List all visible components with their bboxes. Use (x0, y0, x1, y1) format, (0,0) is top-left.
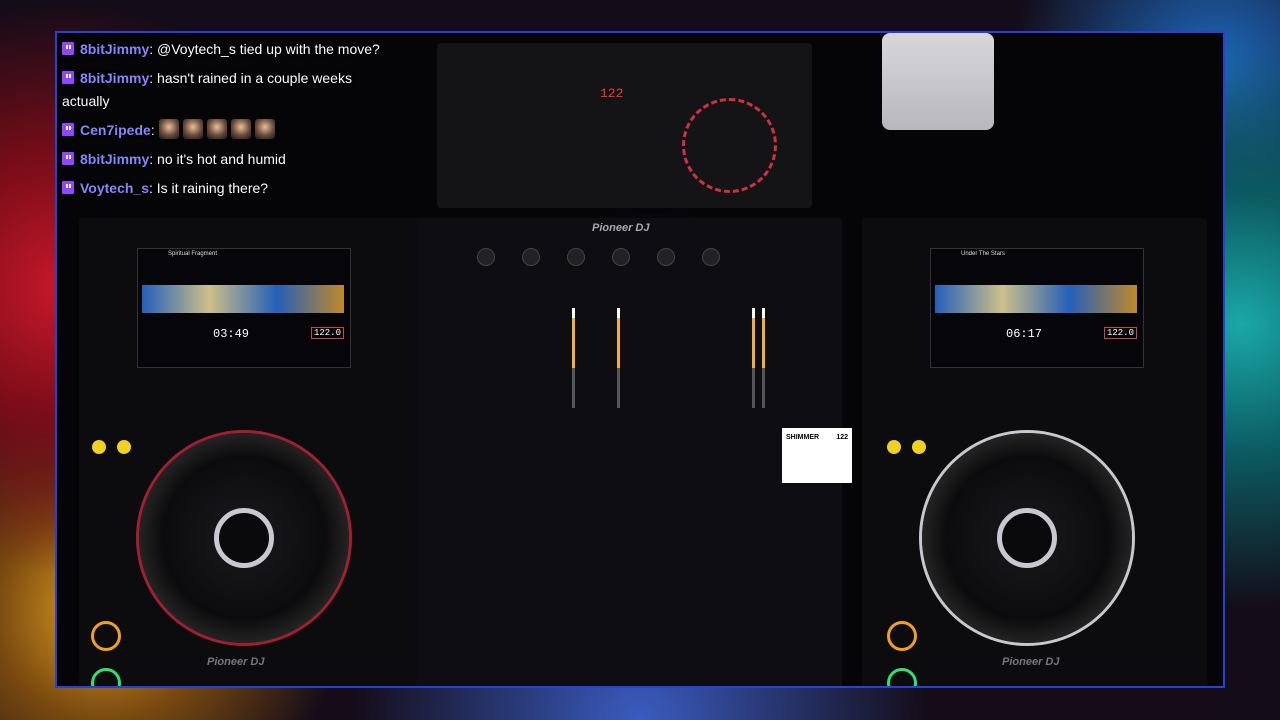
chat-message: Cen7ipede: (62, 119, 392, 142)
deck-right-cue-button (887, 621, 917, 651)
deck-left-time: 03:49 (213, 327, 250, 341)
chat-text: Is it raining there? (156, 180, 269, 196)
emote-icon (158, 119, 179, 139)
eq-knob (657, 248, 675, 266)
chat-username: 8bitJimmy (80, 41, 150, 57)
deck-right-jog-hub (997, 508, 1057, 568)
deck-left-jog-wheel (139, 433, 349, 643)
master-meter (752, 308, 755, 408)
twitch-icon (62, 152, 74, 165)
eq-knob (702, 248, 720, 266)
chat-message: Voytech_s: Is it raining there? (62, 177, 392, 200)
twitch-icon (62, 123, 74, 136)
chat-text: @Voytech_s tied up with the move? (157, 41, 380, 57)
twitch-icon (62, 181, 74, 194)
deck-left-waveform (142, 285, 344, 313)
deck-right-bpm: 122.0 (1103, 327, 1137, 339)
deck-left-track-title: Spiritual Fragment (168, 251, 218, 257)
deck-right-hot-cue-button (887, 440, 901, 454)
chat-separator: : (150, 122, 155, 138)
emote-icon (206, 119, 227, 139)
deck-right-jog-wheel (922, 433, 1132, 643)
chat-overlay: 8bitJimmy: @Voytech_s tied up with the m… (62, 38, 392, 206)
chat-separator: : (149, 41, 154, 57)
deck-left-loop-button (117, 440, 131, 454)
deck-left-screen: Spiritual Fragment 03:49 122.0 (137, 248, 351, 368)
chat-username: Cen7ipede (80, 122, 151, 138)
deck-right-screen: Under The Stars 06:17 122.0 (930, 248, 1144, 368)
deck-right-brand: Pioneer DJ (1002, 656, 1060, 668)
chat-username: Voytech_s (80, 180, 149, 196)
channel-meter (617, 308, 620, 408)
deck-right-time: 06:17 (1006, 327, 1043, 341)
deck-left-play-button (91, 668, 121, 686)
fx-bpm: 122 (836, 434, 848, 441)
chat-message: 8bitJimmy: hasn't rained in a couple wee… (62, 67, 392, 113)
eq-knob (477, 248, 495, 266)
rmx-effects-unit: 122 (437, 43, 812, 208)
deck-right: Under The Stars 06:17 122.0 Pioneer DJ (862, 218, 1207, 686)
deck-left-bpm: 122.0 (310, 327, 344, 339)
chat-username: 8bitJimmy (80, 151, 150, 167)
mac-mini (882, 33, 994, 130)
emote-icon (230, 119, 251, 139)
deck-right-waveform (935, 285, 1137, 313)
deck-left-hot-cue-button (92, 440, 106, 454)
deck-left-cue-button (91, 621, 121, 651)
twitch-icon (62, 71, 74, 84)
emote-icon (254, 119, 275, 139)
rmx-bpm-display: 122 (600, 86, 624, 101)
eq-knob (612, 248, 630, 266)
deck-left: Spiritual Fragment 03:49 122.0 Pioneer D… (79, 218, 424, 686)
beat-fx-screen: SHIMMER 122 (782, 428, 852, 483)
chat-username: 8bitJimmy (80, 70, 150, 86)
twitch-icon (62, 42, 74, 55)
chat-separator: : (149, 180, 153, 196)
mixer: Pioneer DJ SHIMMER 122 (417, 218, 852, 686)
channel-meter (572, 308, 575, 408)
chat-message: 8bitJimmy: @Voytech_s tied up with the m… (62, 38, 392, 61)
deck-left-brand: Pioneer DJ (207, 656, 265, 668)
chat-separator: : (149, 151, 154, 167)
chat-text: no it's hot and humid (157, 151, 286, 167)
eq-knob (567, 248, 585, 266)
deck-right-play-button (887, 668, 917, 686)
fx-name: SHIMMER (786, 434, 820, 441)
emote-icon (182, 119, 203, 139)
rmx-jog-ring (682, 98, 777, 193)
mixer-brand: Pioneer DJ (592, 222, 650, 234)
deck-right-loop-button (912, 440, 926, 454)
deck-left-jog-hub (214, 508, 274, 568)
master-meter (762, 308, 765, 408)
chat-separator: : (149, 70, 154, 86)
chat-message: 8bitJimmy: no it's hot and humid (62, 148, 392, 171)
eq-knob (522, 248, 540, 266)
deck-right-track-title: Under The Stars (961, 251, 1005, 257)
